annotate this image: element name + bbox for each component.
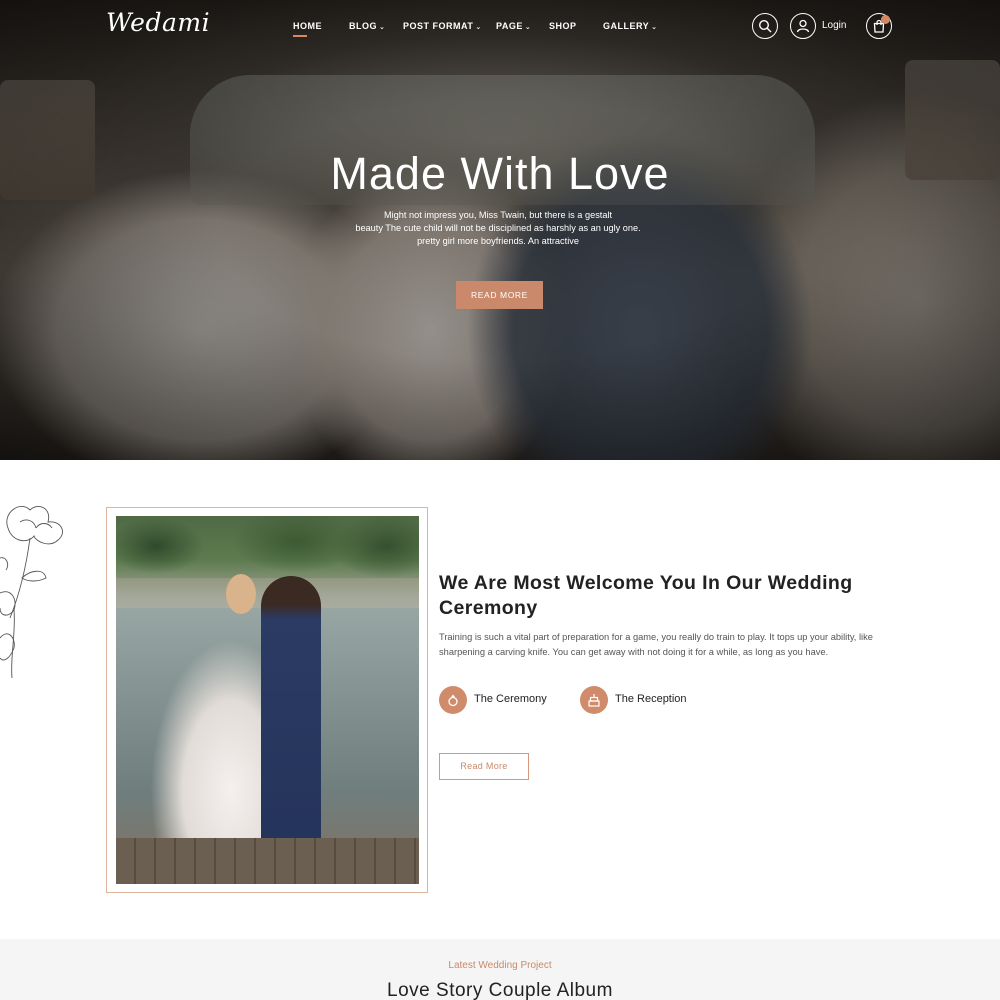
photo-dock [116,838,419,884]
nav-item-gallery[interactable]: GALLERY ⌄ [603,21,658,31]
chevron-down-icon: ⌄ [651,24,658,31]
welcome-title: We Are Most Welcome You In Our Wedding C… [439,572,853,619]
feature-icon-badge [580,686,608,714]
hero-subtitle-line: pretty girl more boyfriends. An attracti… [417,236,579,246]
hero-banner: Wedami HOME BLOG ⌄ POST FORMAT ⌄ PAGE ⌄ SHO… [0,0,1000,460]
chevron-down-icon: ⌄ [475,24,482,31]
search-button[interactable] [752,13,778,39]
login-link[interactable]: Login [822,20,846,31]
nav-item-post-format[interactable]: POST FORMAT ⌄ [403,21,482,31]
chevron-down-icon: ⌄ [524,24,532,31]
chevron-down-icon: ⌄ [379,24,386,31]
floral-decoration-icon [0,506,63,679]
hero-title: Made With Love [330,148,670,199]
nav-item-label: HOME [293,21,322,31]
latest-projects-section: Latest Wedding Project Love Story Couple… [0,939,1000,1000]
nav-item-label: SHOP [549,21,577,31]
nav-item-label: PAGE [496,21,523,31]
nav-item-page[interactable]: PAGE ⌄ [496,21,531,31]
nav-item-label: GALLERY [603,21,650,31]
search-icon [758,19,772,33]
cake-icon [588,694,600,707]
user-icon [796,19,810,33]
photo-groom [261,576,321,861]
section-title: Love Story Couple Album [387,980,613,1000]
hero-subtitle-line: beauty The cute child will not be discip… [355,223,641,233]
feature-label: The Reception [615,693,687,705]
nav-item-label: BLOG [349,21,377,31]
couple-photo [116,516,419,884]
welcome-text: Training is such a vital part of prepara… [439,632,873,658]
cart-count-badge [881,15,890,24]
photo-trees [116,516,419,586]
ring-icon [448,694,458,707]
section-subtitle: Latest Wedding Project [448,960,552,971]
welcome-read-more-button[interactable]: Read More [439,753,529,780]
nav-item-label: POST FORMAT [403,21,474,31]
hero-read-more-button[interactable]: READ MORE [456,281,543,309]
photo-bride-head [226,574,256,614]
nav-item-home[interactable]: HOME [293,21,322,37]
feature-label: The Ceremony [474,693,547,705]
hero-subtitle-line: Might not impress you, Miss Twain, but t… [383,210,613,220]
site-header: Wedami HOME BLOG ⌄ POST FORMAT ⌄ PAGE ⌄ SHO… [0,0,1000,54]
nav-item-shop[interactable]: SHOP [549,21,577,31]
account-button[interactable] [790,13,816,39]
site-logo[interactable]: Wedami [106,8,210,37]
nav-item-blog[interactable]: BLOG ⌄ [349,21,385,31]
feature-reception[interactable]: The Reception [580,686,710,714]
hero-subtitle: Might not impress you, Miss Twain, but t… [318,209,678,248]
feature-icon-badge [439,686,467,714]
feature-ceremony[interactable]: The Ceremony [439,686,569,714]
